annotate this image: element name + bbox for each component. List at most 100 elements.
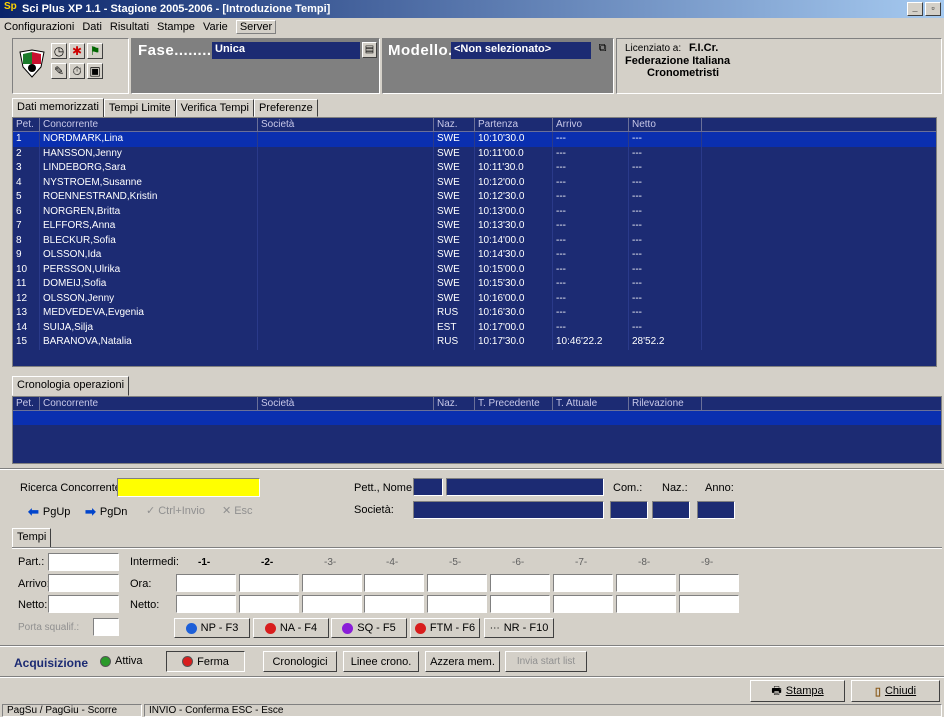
intermedio-netto-input[interactable] [616,595,676,613]
table-row[interactable]: 2 HANSSON,Jenny SWE 10:11'00.0 --- --- [13,146,941,161]
skier-icon[interactable]: ✱ [69,43,85,59]
column-header[interactable]: T. Precedente [475,397,553,411]
intermedio-ora-input[interactable] [302,574,362,592]
stampa-button[interactable]: 🖶 Stampa [750,680,845,702]
table-row[interactable]: 1 NORDMARK,Lina SWE 10:10'30.0 --- --- [13,132,941,147]
results-grid[interactable]: Pet. Concorrente Società Naz. Partenza A… [12,117,942,367]
tab-preferenze[interactable]: Preferenze [253,99,318,117]
table-row[interactable]: 10 PERSSON,Ulrika SWE 10:15'00.0 --- --- [13,262,941,277]
pgdn-button[interactable]: ➡ PgDn [85,504,127,520]
intermedio-netto-input[interactable] [364,595,424,613]
attiva-option[interactable]: Attiva [100,655,143,667]
chiudi-button[interactable]: ▯ Chiudi [851,680,940,702]
restore-button[interactable]: ▫ [925,2,941,16]
menu-dati[interactable]: Dati [82,21,102,33]
intermedio-ora-input[interactable] [490,574,550,592]
intermedio-netto-input[interactable] [239,595,299,613]
fase-picker-icon[interactable]: ▤ [362,42,377,58]
cronologia-selected-row[interactable] [13,411,941,425]
menu-stampe[interactable]: Stampe [157,21,195,33]
column-header[interactable]: Società [258,118,434,132]
column-header[interactable]: Arrivo [553,118,629,132]
intermedio-ora-input[interactable] [176,574,236,592]
sq-button[interactable]: SQ - F5 [331,618,407,638]
table-row[interactable]: 9 OLSSON,Ida SWE 10:14'30.0 --- --- [13,248,941,263]
cronologici-button[interactable]: Cronologici [263,651,337,672]
column-header[interactable]: Naz. [434,397,475,411]
column-header[interactable]: T. Attuale [553,397,629,411]
table-cell: --- [553,204,629,219]
np-button[interactable]: NP - F3 [174,618,250,638]
table-row[interactable]: 12 OLSSON,Jenny SWE 10:16'00.0 --- --- [13,291,941,306]
intermedio-ora-input[interactable] [616,574,676,592]
intermedio-ora-input[interactable] [427,574,487,592]
table-row[interactable]: 4 NYSTROEM,Susanne SWE 10:12'00.0 --- --- [13,175,941,190]
table-row[interactable]: 6 NORGREN,Britta SWE 10:13'00.0 --- --- [13,204,941,219]
column-header[interactable]: Concorrente [40,118,258,132]
table-row[interactable]: 3 LINDEBORG,Sara SWE 10:11'30.0 --- --- [13,161,941,176]
intermedio-netto-input[interactable] [427,595,487,613]
column-header[interactable]: Naz. [434,118,475,132]
intermedio-netto-input[interactable] [679,595,739,613]
ftm-button[interactable]: FTM - F6 [410,618,480,638]
tab-dati-memorizzati[interactable]: Dati memorizzati [12,98,104,118]
copy-icon[interactable]: ⧉ [595,42,610,58]
na-button[interactable]: NA - F4 [253,618,329,638]
monitor-icon[interactable]: ▣ [87,63,103,79]
table-row[interactable]: 8 BLECKUR,Sofia SWE 10:14'00.0 --- --- [13,233,941,248]
tab-tempi[interactable]: Tempi [12,528,52,548]
clock-icon[interactable]: ◷ [51,43,67,59]
tab-cronologia[interactable]: Cronologia operazioni [12,376,130,396]
tab-tempi-limite[interactable]: Tempi Limite [103,99,176,117]
grid-scrollbar[interactable] [936,117,942,367]
intermedio-ora-input[interactable] [553,574,613,592]
arrivo-input[interactable] [48,574,119,592]
intermedio-netto-input[interactable] [302,595,362,613]
intermedio-netto-input[interactable] [490,595,550,613]
column-header[interactable]: Società [258,397,434,411]
ctrl-invio-button[interactable]: ✓ Ctrl+Invio [146,504,205,518]
invia-start-list-button[interactable]: Invia start list [505,651,587,672]
part-input[interactable] [48,553,119,571]
column-header[interactable]: Rilevazione [629,397,702,411]
edit-icon[interactable]: ✎ [51,63,67,79]
column-header[interactable] [702,118,941,132]
intermedio-ora-input[interactable] [239,574,299,592]
menu-risultati[interactable]: Risultati [110,21,149,33]
menu-configurazioni[interactable]: Configurazioni [4,21,74,33]
table-row[interactable]: 5 ROENNESTRAND,Kristin SWE 10:12'30.0 --- --- [13,190,941,205]
table-row[interactable]: 15 BARANOVA,Natalia RUS 10:17'30.0 10:46'22.… [13,335,941,350]
stopwatch-icon[interactable]: ⏱ [69,63,85,79]
menu-varie[interactable]: Varie [203,21,228,33]
minimize-button[interactable]: _ [907,2,923,16]
ferma-button[interactable]: Ferma [166,651,245,672]
column-header[interactable]: Partenza [475,118,553,132]
cronologia-grid[interactable]: Pet. Concorrente Società Naz. T. Precede… [12,396,942,464]
column-header[interactable]: Concorrente [40,397,258,411]
table-row[interactable]: 14 SUIJA,Silja EST 10:17'00.0 --- --- [13,320,941,335]
azzera-mem-button[interactable]: Azzera mem. [425,651,500,672]
column-header[interactable]: Netto [629,118,702,132]
intermedio-netto-input[interactable] [553,595,613,613]
tab-verifica-tempi[interactable]: Verifica Tempi [175,99,254,117]
esc-button[interactable]: ✕ Esc [222,504,253,518]
intermedio-ora-input[interactable] [364,574,424,592]
porta-squalif-input[interactable] [93,618,119,636]
table-row[interactable]: 7 ELFFORS,Anna SWE 10:13'30.0 --- --- [13,219,941,234]
nr-button[interactable]: ⋯ NR - F10 [484,618,554,638]
runner-icon[interactable]: ⚑ [87,43,103,59]
column-header[interactable]: Pet. [13,118,40,132]
fase-value[interactable]: Unica [212,42,360,59]
menu-server[interactable]: Server [235,19,277,34]
modello-value[interactable]: <Non selezionato> [451,42,591,59]
ricerca-input[interactable] [117,478,260,497]
column-header[interactable]: Pet. [13,397,40,411]
linee-crono-button[interactable]: Linee crono. [343,651,419,672]
table-row[interactable]: 13 MEDVEDEVA,Evgenia RUS 10:16'30.0 --- --- [13,306,941,321]
column-header[interactable] [702,397,941,411]
netto-input[interactable] [48,595,119,613]
table-row[interactable]: 11 DOMEIJ,Sofia SWE 10:15'30.0 --- --- [13,277,941,292]
intermedio-ora-input[interactable] [679,574,739,592]
intermedio-netto-input[interactable] [176,595,236,613]
pgup-button[interactable]: ⬅ PgUp [28,504,70,520]
